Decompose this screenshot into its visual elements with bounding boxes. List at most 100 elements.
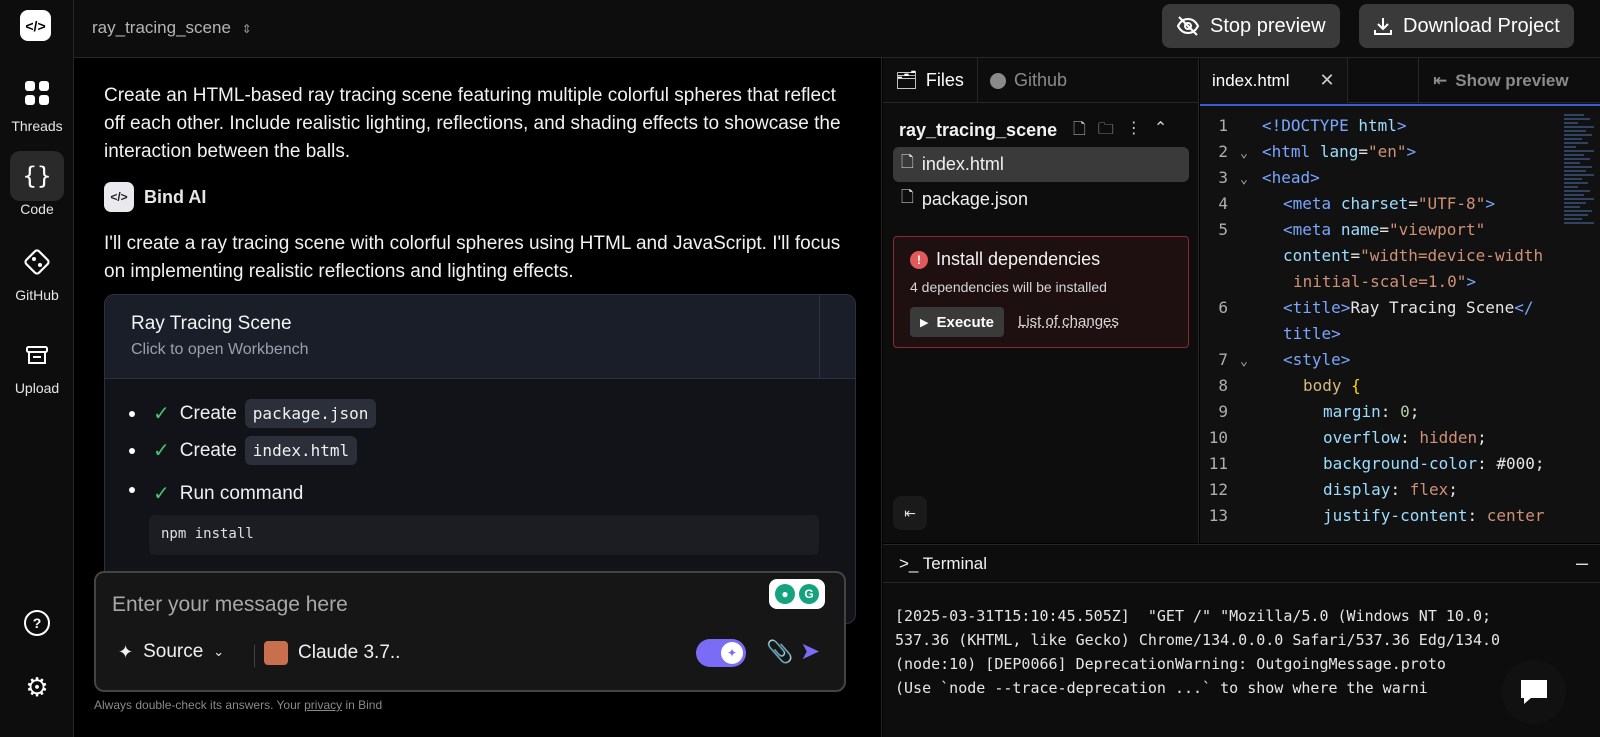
line-number: 12 bbox=[1208, 480, 1228, 499]
grammarly-widget[interactable]: ● G bbox=[769, 579, 825, 609]
code-area[interactable]: 1 2 3 4 5 6 7 8 9 10 11 12 13 ⌄ ⌄ ⌄ <!DOCTYPE html> … bbox=[1200, 104, 1600, 543]
assistant-name: Bind AI bbox=[144, 186, 207, 207]
code-line: background-color: #000; bbox=[1323, 454, 1545, 473]
tab-github[interactable]: Github bbox=[977, 58, 1079, 103]
code-line: body { bbox=[1303, 376, 1361, 395]
chat-widget-icon[interactable] bbox=[1502, 660, 1566, 724]
terminal-panel: >_ Terminal – [2025-03-31T15:10:45.505Z]… bbox=[883, 544, 1600, 737]
code-line: <style> bbox=[1283, 350, 1351, 369]
file-item[interactable]: 🗋 index.html bbox=[893, 147, 1189, 182]
message-input[interactable] bbox=[112, 587, 752, 623]
disclaimer: Always double-check its answers. Your pr… bbox=[94, 698, 382, 712]
command-box: npm install bbox=[149, 515, 819, 555]
fold-chevron-icon[interactable]: ⌄ bbox=[1240, 354, 1248, 369]
nav-upload[interactable]: Upload bbox=[0, 330, 74, 396]
disclaimer-pre: Always double-check its answers. Your bbox=[94, 698, 305, 712]
line-number: 4 bbox=[1218, 194, 1228, 213]
list-of-changes-link[interactable]: List of changes bbox=[1018, 313, 1119, 330]
fold-chevron-icon[interactable]: ⌄ bbox=[1240, 146, 1248, 161]
top-bar: ray_tracing_scene ⇕ Stop preview Downloa… bbox=[74, 0, 1600, 58]
stop-preview-button[interactable]: Stop preview bbox=[1162, 4, 1340, 48]
editor-tab[interactable]: index.html ✕ bbox=[1200, 58, 1348, 103]
step-item: ✓ Run command bbox=[129, 481, 303, 506]
code-line: <title>Ray Tracing Scene</ bbox=[1283, 298, 1534, 317]
code-line: <!DOCTYPE html> bbox=[1262, 116, 1407, 135]
fold-chevron-icon[interactable]: ⌄ bbox=[1240, 172, 1248, 187]
chevron-up-icon[interactable]: ⌃ bbox=[1154, 118, 1167, 145]
nav-label: Upload bbox=[14, 380, 60, 396]
code-line: title> bbox=[1283, 324, 1341, 343]
project-selector[interactable]: ray_tracing_scene ⇕ bbox=[92, 18, 252, 38]
chat-panel: Create an HTML-based ray tracing scene f… bbox=[74, 58, 882, 737]
download-project-button[interactable]: Download Project bbox=[1359, 4, 1574, 48]
code-line: <meta charset="UTF-8"> bbox=[1283, 194, 1495, 213]
terminal-line: [2025-03-31T15:10:45.505Z] "GET /" "Mozi… bbox=[895, 607, 1492, 625]
assistant-header: </> Bind AI bbox=[104, 182, 206, 212]
step-item: ✓ Create index.html bbox=[129, 436, 358, 465]
bullet bbox=[129, 486, 135, 493]
nav-code[interactable]: {} Code bbox=[0, 151, 74, 217]
show-preview-button[interactable]: ⇤ Show preview bbox=[1418, 58, 1569, 103]
source-label: Source bbox=[143, 641, 204, 662]
step-action: Create bbox=[179, 402, 237, 424]
privacy-link[interactable]: privacy bbox=[304, 698, 342, 712]
tree-actions: 🗋 🗀 ⋮ ⌃ bbox=[1073, 118, 1167, 145]
minimize-icon[interactable]: – bbox=[1576, 551, 1588, 575]
shapes-icon: ✦ bbox=[118, 641, 134, 662]
code-line: display: flex; bbox=[1323, 480, 1458, 499]
bind-logo-icon[interactable]: </> bbox=[20, 10, 51, 41]
minimap[interactable] bbox=[1564, 112, 1600, 532]
source-selector[interactable]: ✦ Source ⌄ bbox=[118, 641, 224, 663]
workbench-title: Ray Tracing Scene bbox=[131, 313, 292, 334]
paperclip-icon[interactable]: 📎 bbox=[766, 639, 793, 665]
nav-github[interactable]: GitHub bbox=[0, 237, 74, 303]
terminal-line: (Use `node --trace-deprecation ...` to s… bbox=[895, 679, 1428, 697]
download-icon bbox=[1374, 18, 1392, 35]
message-composer: ● G ✦ Source ⌄ Claude 3.7.. ✦ 📎 ➤ bbox=[94, 571, 846, 692]
line-number: 1 bbox=[1218, 116, 1228, 135]
nav-threads[interactable]: Threads bbox=[0, 68, 74, 134]
file-item[interactable]: 🗋 package.json bbox=[893, 182, 1189, 217]
settings-button[interactable]: ⚙ bbox=[0, 662, 74, 712]
model-selector[interactable]: Claude 3.7.. bbox=[264, 641, 400, 665]
execute-button[interactable]: ▶ Execute bbox=[910, 307, 1005, 337]
step-action: Run command bbox=[179, 482, 304, 504]
files-panel: 🗂 Files Github ray_tracing_scene 🗋 🗀 ⋮ ⌃… bbox=[883, 58, 1199, 543]
divider bbox=[819, 295, 820, 379]
claude-icon bbox=[264, 641, 288, 665]
line-number: 3 bbox=[1218, 168, 1228, 187]
svg-text:?: ? bbox=[33, 615, 42, 631]
line-number: 6 bbox=[1218, 298, 1228, 317]
user-message: Create an HTML-based ray tracing scene f… bbox=[104, 85, 841, 162]
new-file-icon[interactable]: 🗋 bbox=[1073, 118, 1086, 145]
code-line: <meta name="viewport" bbox=[1283, 220, 1486, 239]
workbench-header[interactable]: Ray Tracing Scene Click to open Workbenc… bbox=[105, 295, 855, 379]
install-deps-alert: ! Install dependencies 4 dependencies wi… bbox=[893, 236, 1189, 348]
step-target: index.html bbox=[244, 436, 358, 465]
deps-title: ! Install dependencies bbox=[910, 249, 1100, 270]
new-folder-icon[interactable]: 🗀 bbox=[1098, 118, 1114, 145]
chevron-updown-icon: ⇕ bbox=[241, 22, 252, 36]
line-number: 5 bbox=[1218, 220, 1228, 239]
files-icon: 🗂 bbox=[895, 70, 918, 90]
tab-filename: index.html bbox=[1212, 70, 1290, 90]
more-icon[interactable]: ⋮ bbox=[1126, 118, 1142, 145]
left-rail: </> Threads {} Code GitHub Upload ? ⚙ bbox=[0, 0, 74, 737]
collapse-panel-icon[interactable]: ⇤ bbox=[893, 496, 927, 530]
file-name: index.html bbox=[921, 154, 1004, 174]
terminal-header: >_ Terminal – bbox=[883, 545, 1600, 583]
send-icon[interactable]: ➤ bbox=[800, 637, 820, 666]
help-button[interactable]: ? bbox=[0, 598, 74, 648]
tab-label: Files bbox=[925, 70, 964, 90]
terminal-line: 537.36 (KHTML, like Gecko) Chrome/134.0.… bbox=[895, 631, 1501, 649]
code-line: <html lang="en"> bbox=[1262, 142, 1417, 161]
close-icon[interactable]: ✕ bbox=[1319, 70, 1334, 91]
chevron-down-icon: ⌄ bbox=[213, 644, 225, 659]
tab-files[interactable]: 🗂 Files bbox=[883, 58, 976, 103]
download-label: Download Project bbox=[1403, 14, 1560, 37]
stop-preview-label: Stop preview bbox=[1210, 14, 1326, 37]
eye-off-icon bbox=[1176, 16, 1200, 36]
code-line: content="width=device-width bbox=[1283, 246, 1544, 265]
grammarly-icon: G bbox=[799, 584, 819, 604]
enhance-toggle[interactable]: ✦ bbox=[696, 639, 746, 667]
